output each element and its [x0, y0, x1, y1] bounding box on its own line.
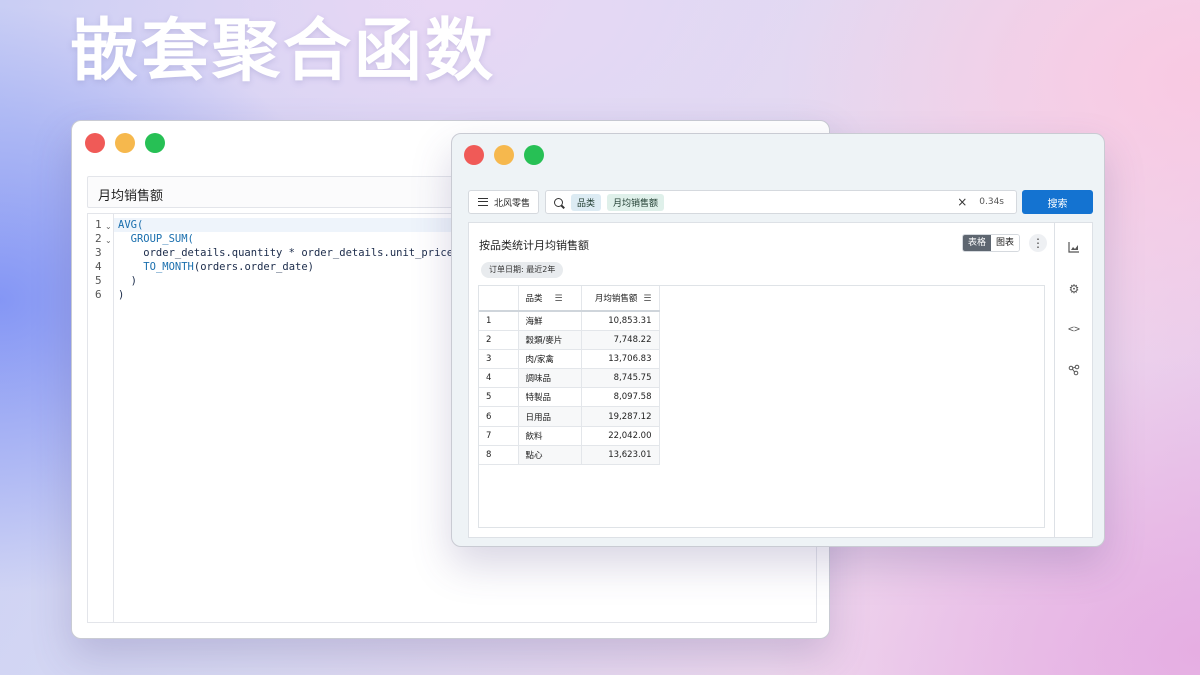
table-row[interactable]: 2 穀類/麥片 7,748.22 [479, 330, 660, 350]
more-options-icon[interactable]: ⋮ [1029, 234, 1047, 252]
cell-category: 肉/家禽 [518, 349, 582, 370]
table-header-row: 品类 ☰ 月均销售额 ☰ [479, 286, 660, 312]
column-header-value[interactable]: 月均销售额 ☰ [581, 286, 660, 312]
table-row[interactable]: 7 飲料 22,042.00 [479, 426, 660, 446]
clear-icon[interactable]: × [957, 196, 967, 208]
line-number: 6 [95, 288, 102, 301]
code-line: GROUP_SUM( [118, 233, 194, 245]
cell-category: 飲料 [518, 426, 582, 446]
window-controls [85, 133, 165, 153]
cell-value: 10,853.31 [581, 311, 660, 331]
cell-category: 特製品 [518, 387, 582, 408]
code-line: order_details.quantity * order_details.u… [118, 247, 460, 259]
function-name: TO_MONTH [143, 261, 194, 273]
cell-category: 調味品 [518, 368, 582, 389]
row-number-header [479, 286, 519, 312]
code-line: TO_MONTH(orders.order_date) [118, 260, 314, 274]
code-line: ) [118, 275, 137, 287]
table-row[interactable]: 1 海鮮 10,853.31 [479, 311, 660, 331]
cell-value: 22,042.00 [581, 426, 660, 446]
chart-icon[interactable] [1067, 241, 1081, 255]
chart-view-button[interactable]: 图表 [991, 235, 1020, 251]
maximize-window-button[interactable] [145, 133, 165, 153]
table-row[interactable]: 8 點心 13,623.01 [479, 445, 660, 466]
datasource-menu-button[interactable]: 北风零售 [468, 190, 539, 214]
line-number: 4 [95, 260, 102, 273]
close-window-button[interactable] [85, 133, 105, 153]
code-line: AVG( [118, 219, 144, 231]
cell-value: 13,623.01 [581, 445, 660, 466]
window-controls [464, 145, 544, 165]
cell-value: 8,097.58 [581, 387, 660, 408]
column-menu-icon[interactable]: ☰ [643, 294, 651, 304]
result-table: 品类 ☰ 月均销售额 ☰ 1 海鮮 10,853.31 2 穀類/麥片 7,748.… [478, 285, 1045, 528]
cell-value: 13,706.83 [581, 349, 660, 370]
close-window-button[interactable] [464, 145, 484, 165]
search-app-window: 北风零售 品类 月均销售额 × 0.34s 搜索 按品类统计月均销售额 表格 图… [451, 133, 1105, 547]
code-icon[interactable]: <> [1067, 323, 1081, 337]
cell-category: 海鮮 [518, 311, 582, 331]
row-number: 3 [479, 349, 519, 370]
table-row[interactable]: 4 調味品 8,745.75 [479, 368, 660, 389]
maximize-window-button[interactable] [524, 145, 544, 165]
row-number: 2 [479, 330, 519, 350]
code-line-text: TO_MONTH(orders.order_date) [143, 261, 314, 273]
minimize-window-button[interactable] [494, 145, 514, 165]
row-number: 1 [479, 311, 519, 331]
date-filter-chip[interactable]: 订单日期: 最近2年 [481, 262, 564, 278]
cell-value: 8,745.75 [581, 368, 660, 389]
table-row[interactable]: 3 肉/家禽 13,706.83 [479, 349, 660, 370]
minimize-window-button[interactable] [115, 133, 135, 153]
result-panel: 按品类统计月均销售额 表格 图表 ⋮ 订单日期: 最近2年 品类 ☰ 月均销售额 ☰… [468, 222, 1055, 538]
table-row[interactable]: 6 日用品 19,287.12 [479, 406, 660, 427]
data-table: 品类 ☰ 月均销售额 ☰ 1 海鮮 10,853.31 2 穀類/麥片 7,748.… [479, 286, 660, 466]
line-number: 3 [95, 246, 102, 259]
hero-title: 嵌套聚合函数 [70, 12, 497, 91]
row-number: 6 [479, 406, 519, 427]
view-toggle: 表格 图表 [962, 234, 1021, 252]
row-number: 7 [479, 426, 519, 446]
row-number: 8 [479, 445, 519, 466]
cell-category: 點心 [518, 445, 582, 466]
search-icon [554, 197, 563, 207]
line-number: 5 [95, 274, 102, 287]
datasource-label: 北风零售 [494, 198, 531, 209]
gear-icon[interactable]: ⚙ [1067, 282, 1081, 296]
column-header-category[interactable]: 品类 ☰ [518, 286, 582, 312]
cell-category: 日用品 [518, 406, 582, 427]
query-time: 0.34s [979, 197, 1004, 207]
hamburger-icon [478, 198, 488, 206]
table-row[interactable]: 5 特製品 8,097.58 [479, 387, 660, 408]
search-button[interactable]: 搜索 [1022, 190, 1093, 214]
share-icon[interactable] [1067, 364, 1081, 378]
cell-value: 7,748.22 [581, 330, 660, 350]
side-toolbar: ⚙ <> [1055, 222, 1093, 538]
row-number: 5 [479, 387, 519, 408]
column-menu-icon[interactable]: ☰ [555, 294, 563, 304]
table-view-button[interactable]: 表格 [963, 235, 992, 251]
row-number: 4 [479, 368, 519, 389]
search-token-category[interactable]: 品类 [571, 193, 602, 211]
cell-category: 穀類/麥片 [518, 330, 582, 350]
column-header-label: 品类 [525, 294, 543, 304]
code-line: ) [118, 289, 125, 301]
cell-value: 19,287.12 [581, 406, 660, 427]
search-input[interactable]: 品类 月均销售额 × 0.34s [545, 190, 1017, 214]
search-token-measure[interactable]: 月均销售额 [607, 193, 665, 211]
column-header-label: 月均销售额 [594, 294, 638, 304]
result-title: 按品类统计月均销售额 [479, 239, 589, 252]
